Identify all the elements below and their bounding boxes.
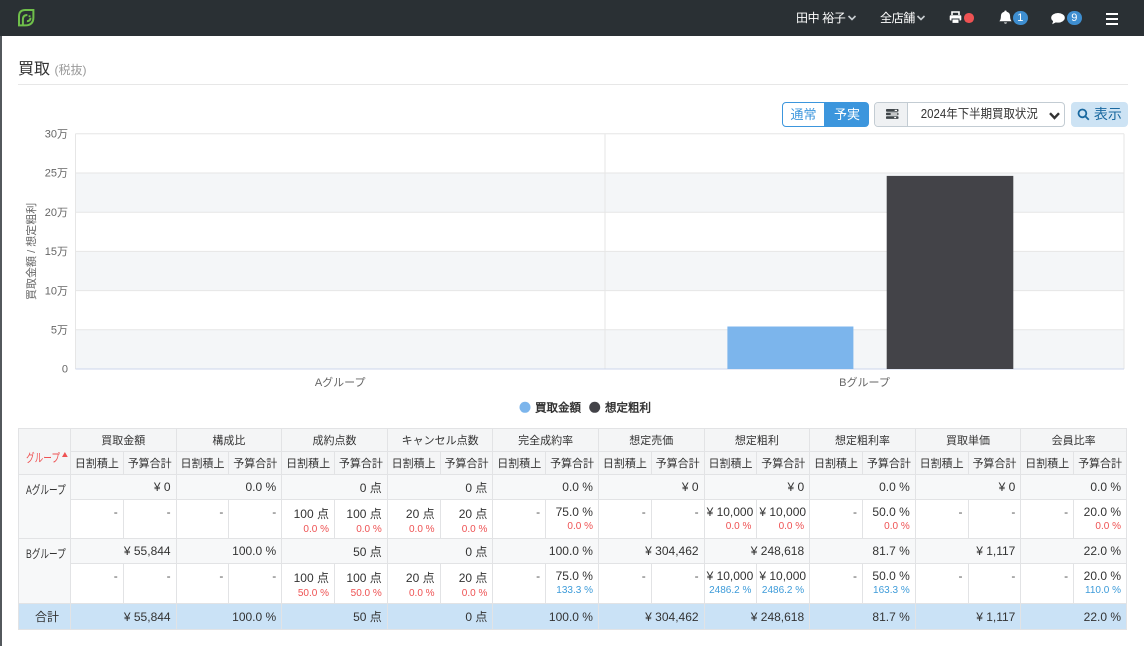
- svg-text:買取金額 / 想定粗利: 買取金額 / 想定粗利: [24, 203, 38, 300]
- svg-text:15万: 15万: [45, 246, 68, 258]
- svg-text:Aグループ: Aグループ: [315, 375, 366, 389]
- svg-text:25万: 25万: [45, 168, 68, 180]
- svg-text:0: 0: [62, 364, 68, 376]
- svg-text:10万: 10万: [45, 285, 68, 297]
- svg-text:20万: 20万: [45, 207, 68, 219]
- svg-text:買取金額: 買取金額: [535, 401, 581, 415]
- svg-text:Bグループ: Bグループ: [839, 375, 890, 389]
- svg-text:5万: 5万: [51, 325, 68, 337]
- svg-text:想定粗利: 想定粗利: [604, 401, 651, 415]
- svg-text:30万: 30万: [45, 129, 68, 141]
